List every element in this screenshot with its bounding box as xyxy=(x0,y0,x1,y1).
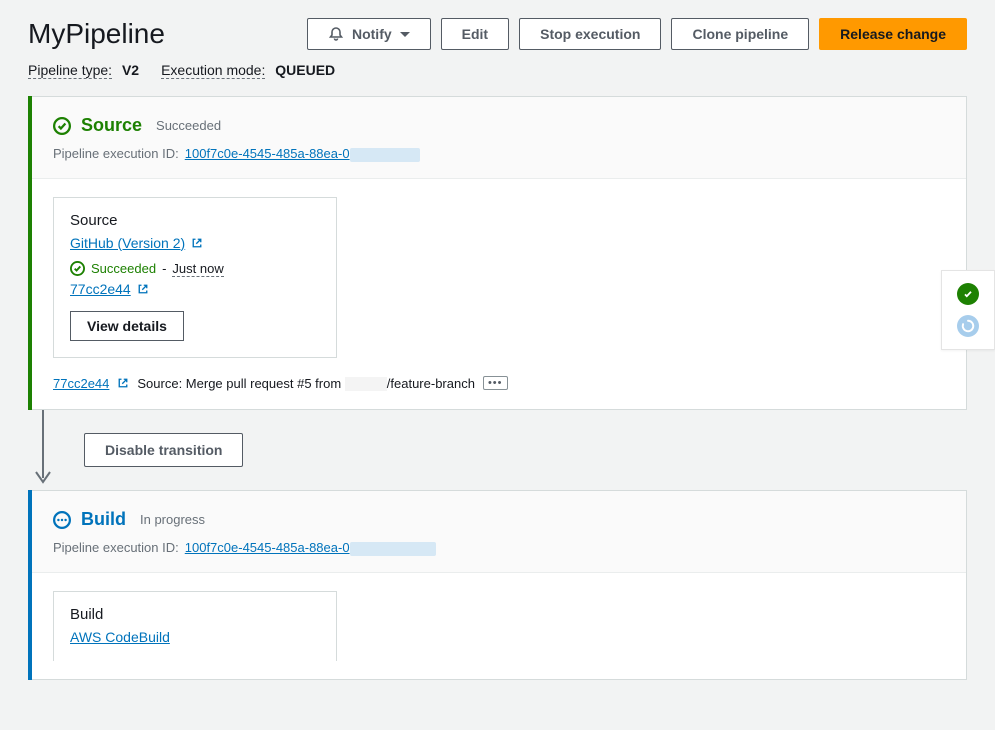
edit-button[interactable]: Edit xyxy=(441,18,509,50)
external-link-icon xyxy=(137,283,149,295)
external-link-icon xyxy=(191,237,203,249)
action-status: Succeeded xyxy=(91,261,156,276)
pipeline-type-label: Pipeline type: xyxy=(28,62,112,79)
clone-pipeline-button[interactable]: Clone pipeline xyxy=(671,18,809,50)
commit-link[interactable]: 77cc2e44 xyxy=(70,281,131,297)
redacted-text xyxy=(345,377,387,391)
status-badge-progress[interactable] xyxy=(957,315,979,337)
stage-status-bar xyxy=(28,490,32,680)
execution-id-label: Pipeline execution ID: xyxy=(53,146,179,161)
execution-mode-value: QUEUED xyxy=(275,62,335,78)
stage-status: In progress xyxy=(140,512,205,527)
execution-id-link[interactable]: 100f7c0e-4545-485a-88ea-0 xyxy=(185,146,420,162)
external-link-icon xyxy=(117,377,129,389)
stage-source: Source Succeeded Pipeline execution ID: … xyxy=(28,96,967,410)
execution-id-text: 100f7c0e-4545-485a-88ea-0 xyxy=(185,146,350,161)
status-badge-success[interactable] xyxy=(957,283,979,305)
transition-row: Disable transition xyxy=(28,410,967,490)
status-rail xyxy=(941,270,995,350)
pipeline-title: MyPipeline xyxy=(28,18,165,50)
action-timestamp: Just now xyxy=(172,261,223,277)
redacted-text xyxy=(350,542,436,556)
view-details-button[interactable]: View details xyxy=(70,311,184,341)
commit-msg-pre: Source: Merge pull request #5 from xyxy=(137,376,344,391)
notify-label: Notify xyxy=(352,26,392,42)
execution-id-link[interactable]: 100f7c0e-4545-485a-88ea-0 xyxy=(185,540,436,556)
notify-button[interactable]: Notify xyxy=(307,18,431,50)
success-icon xyxy=(53,117,71,135)
stage-status-bar xyxy=(28,96,32,410)
commit-msg-post: /feature-branch xyxy=(387,376,475,391)
header-actions: Notify Edit Stop execution Clone pipelin… xyxy=(307,18,967,50)
separator: - xyxy=(162,261,166,276)
commit-message: Source: Merge pull request #5 from /feat… xyxy=(137,376,475,392)
footer-commit-link[interactable]: 77cc2e44 xyxy=(53,376,109,391)
stage-status: Succeeded xyxy=(156,118,221,133)
action-name: Source xyxy=(70,212,320,229)
release-change-button[interactable]: Release change xyxy=(819,18,967,50)
bell-icon xyxy=(328,26,344,42)
provider-link[interactable]: GitHub (Version 2) xyxy=(70,235,185,251)
action-card-source: Source GitHub (Version 2) Succeeded - Ju… xyxy=(53,197,337,358)
execution-id-label: Pipeline execution ID: xyxy=(53,540,179,555)
check-icon xyxy=(962,288,974,300)
stage-build: Build In progress Pipeline execution ID:… xyxy=(28,490,967,680)
caret-down-icon xyxy=(400,32,410,37)
provider-link[interactable]: AWS CodeBuild xyxy=(70,629,170,645)
execution-mode-label: Execution mode: xyxy=(161,62,265,79)
redacted-text xyxy=(350,148,420,162)
pipeline-type-value: V2 xyxy=(122,62,139,78)
stage-name: Build xyxy=(81,509,126,530)
execution-id-text: 100f7c0e-4545-485a-88ea-0 xyxy=(185,540,350,555)
success-icon xyxy=(70,261,85,276)
more-icon[interactable]: ••• xyxy=(483,376,508,390)
transition-arrow-icon xyxy=(28,410,58,490)
spinner-icon xyxy=(961,319,975,333)
disable-transition-button[interactable]: Disable transition xyxy=(84,433,243,467)
in-progress-icon xyxy=(53,511,71,529)
action-name: Build xyxy=(70,606,320,623)
action-card-build: Build AWS CodeBuild xyxy=(53,591,337,661)
stage-name: Source xyxy=(81,115,142,136)
stop-execution-button[interactable]: Stop execution xyxy=(519,18,661,50)
